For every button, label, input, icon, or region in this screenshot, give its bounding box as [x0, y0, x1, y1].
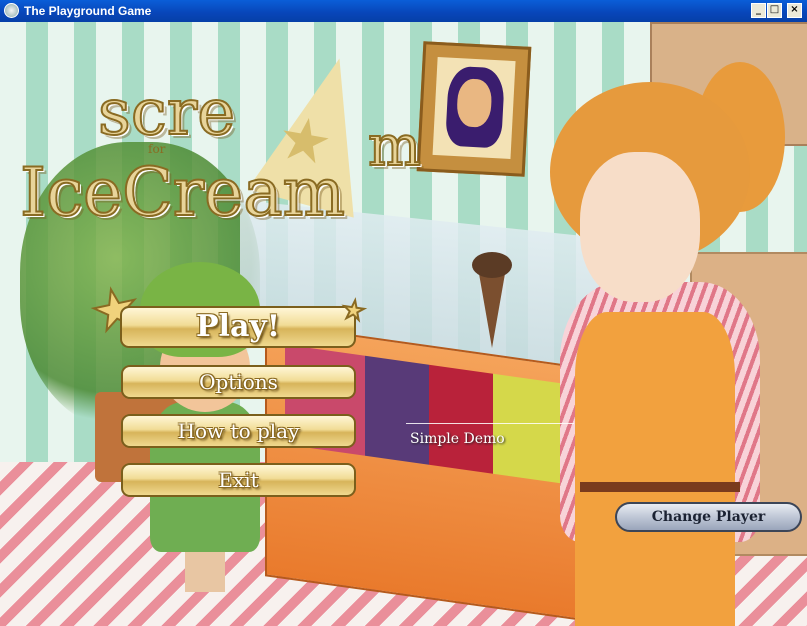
- shopkeeper-character: [470, 62, 807, 626]
- shopkeeper-face: [580, 152, 700, 302]
- shopkeeper-apron: [575, 312, 735, 626]
- play-button[interactable]: Play!: [120, 306, 356, 348]
- how-to-play-button[interactable]: How to play: [121, 414, 356, 448]
- ice-cream-cone: [472, 252, 512, 357]
- change-player-button[interactable]: Change Player: [615, 502, 802, 532]
- close-icon[interactable]: ×: [787, 3, 802, 18]
- logo-word-scream: scre: [97, 75, 236, 151]
- logo-word-icecream: IceCream: [19, 153, 346, 232]
- star-icon: ★: [339, 294, 368, 329]
- cone-scoop: [472, 252, 512, 278]
- window-title: The Playground Game: [24, 4, 152, 18]
- options-button[interactable]: Options: [121, 365, 356, 399]
- maximize-icon[interactable]: □: [767, 3, 782, 18]
- game-window: The Playground Game _ □ × ★ scre m for I…: [0, 0, 807, 626]
- game-logo: ★ scre m for IceCream: [19, 36, 460, 236]
- app-icon: [4, 3, 19, 18]
- minimize-icon[interactable]: _: [751, 3, 766, 18]
- shopkeeper-belt: [580, 482, 740, 492]
- child-legs: [185, 552, 225, 592]
- exit-button[interactable]: Exit: [121, 463, 356, 497]
- cone-body: [478, 268, 506, 348]
- demo-label: Simple Demo: [410, 431, 505, 447]
- title-bar[interactable]: The Playground Game _ □ ×: [0, 0, 807, 22]
- logo-word-m: m: [367, 113, 422, 180]
- demo-underline: [406, 423, 574, 424]
